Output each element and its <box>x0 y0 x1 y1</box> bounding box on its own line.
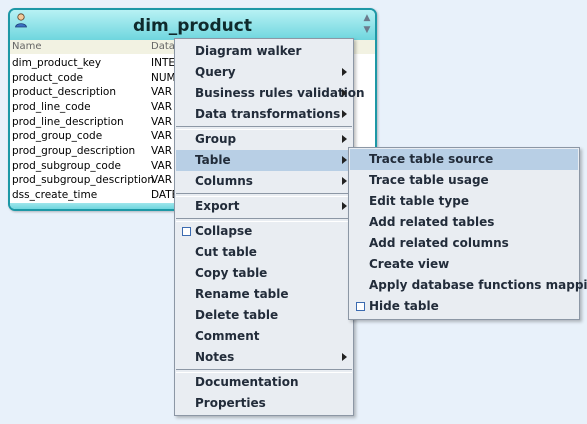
column-name: dss_create_time <box>12 189 98 201</box>
submenu-arrow-icon <box>342 177 347 185</box>
menu-item-label: Query <box>195 65 236 79</box>
menu-item-label: Delete table <box>195 308 279 322</box>
column-name: prod_subgroup_description <box>12 174 155 186</box>
menu-item-rename-table[interactable]: Rename table <box>176 284 352 305</box>
menu-item-data-transformations[interactable]: Data transformations <box>176 104 352 125</box>
menu-item-business-rules-validation[interactable]: Business rules validation <box>176 83 365 104</box>
table-title: dim_product <box>133 16 252 36</box>
column-type: VAR <box>151 174 172 186</box>
submenu-item-create-view[interactable]: Create view <box>350 254 578 275</box>
submenu-item-trace-table-source[interactable]: Trace table source <box>350 149 578 170</box>
submenu-arrow-icon <box>342 68 347 76</box>
menu-item-label: Export <box>195 199 240 213</box>
menu-item-diagram-walker[interactable]: Diagram walker <box>176 41 352 62</box>
menu-item-label: Diagram walker <box>195 44 302 58</box>
submenu-arrow-icon <box>342 135 347 143</box>
menu-item-label: Edit table type <box>369 194 469 208</box>
menu-item-label: Apply database functions mapping <box>369 278 587 292</box>
submenu-item-apply-database-functions-mapping[interactable]: Apply database functions mapping <box>350 275 587 296</box>
menu-item-label: Copy table <box>195 266 268 280</box>
menu-item-query[interactable]: Query <box>176 62 352 83</box>
table-submenu: Trace table source Trace table usage Edi… <box>348 147 587 320</box>
menu-item-label: Add related tables <box>369 215 495 229</box>
menu-item-documentation[interactable]: Documentation <box>176 372 352 393</box>
menu-item-delete-table[interactable]: Delete table <box>176 305 352 326</box>
checkbox-icon[interactable] <box>356 302 365 311</box>
menu-item-label: Add related columns <box>369 236 509 250</box>
menu-item-cut-table[interactable]: Cut table <box>176 242 352 263</box>
submenu-arrow-icon <box>342 89 347 97</box>
menu-item-label: Rename table <box>195 287 289 301</box>
submenu-item-trace-table-usage[interactable]: Trace table usage <box>350 170 578 191</box>
menu-item-label: Create view <box>369 257 450 271</box>
column-name: prod_line_code <box>12 101 91 113</box>
menu-item-label: Properties <box>195 396 266 410</box>
column-name: prod_line_description <box>12 116 124 128</box>
menu-item-export[interactable]: Export <box>176 196 352 217</box>
menu-item-label: Group <box>195 132 237 146</box>
column-type: VAR <box>151 101 172 113</box>
menu-item-label: Hide table <box>369 299 439 313</box>
menu-item-label: Cut table <box>195 245 257 259</box>
submenu-item-add-related-tables[interactable]: Add related tables <box>350 212 578 233</box>
submenu-item-edit-table-type[interactable]: Edit table type <box>350 191 578 212</box>
menu-item-notes[interactable]: Notes <box>176 347 352 368</box>
menu-item-table[interactable]: Table <box>176 150 352 171</box>
chevron-up-down-icon[interactable]: ▲ ▼ <box>362 12 372 36</box>
checkbox-icon[interactable] <box>182 227 191 236</box>
menu-item-label: Documentation <box>195 375 299 389</box>
submenu-arrow-icon <box>342 110 347 118</box>
column-name: prod_group_description <box>12 145 136 157</box>
menu-item-collapse[interactable]: Collapse <box>176 221 352 242</box>
column-name: dim_product_key <box>12 57 102 69</box>
menu-item-label: Trace table source <box>369 152 494 166</box>
menu-item-group[interactable]: Group <box>176 129 352 150</box>
menu-item-label: Collapse <box>195 224 253 238</box>
table-header[interactable]: dim_product ▲ ▼ <box>10 10 375 40</box>
column-name: product_description <box>12 86 117 98</box>
submenu-arrow-icon <box>342 156 347 164</box>
column-header-type: Data <box>151 41 175 52</box>
menu-item-comment[interactable]: Comment <box>176 326 352 347</box>
submenu-arrow-icon <box>342 202 347 210</box>
column-name: product_code <box>12 72 83 84</box>
column-name: prod_subgroup_code <box>12 160 121 172</box>
menu-item-columns[interactable]: Columns <box>176 171 352 192</box>
column-header-name: Name <box>12 41 42 52</box>
menu-item-label: Table <box>195 153 231 167</box>
submenu-item-hide-table[interactable]: Hide table <box>350 296 578 317</box>
submenu-arrow-icon <box>342 353 347 361</box>
menu-item-label: Business rules validation <box>195 86 365 100</box>
column-type: VAR <box>151 86 172 98</box>
context-menu: Diagram walker Query Business rules vali… <box>174 38 365 416</box>
menu-item-label: Notes <box>195 350 235 364</box>
column-type: VAR <box>151 116 172 128</box>
menu-item-label: Trace table usage <box>369 173 489 187</box>
menu-item-label: Data transformations <box>195 107 341 121</box>
menu-item-copy-table[interactable]: Copy table <box>176 263 352 284</box>
column-name: prod_group_code <box>12 130 103 142</box>
column-type: VAR <box>151 145 172 157</box>
menu-item-label: Columns <box>195 174 253 188</box>
submenu-item-add-related-columns[interactable]: Add related columns <box>350 233 578 254</box>
menu-item-label: Comment <box>195 329 260 343</box>
column-type: VAR <box>151 160 172 172</box>
column-type: VAR <box>151 130 172 142</box>
menu-item-properties[interactable]: Properties <box>176 393 352 414</box>
